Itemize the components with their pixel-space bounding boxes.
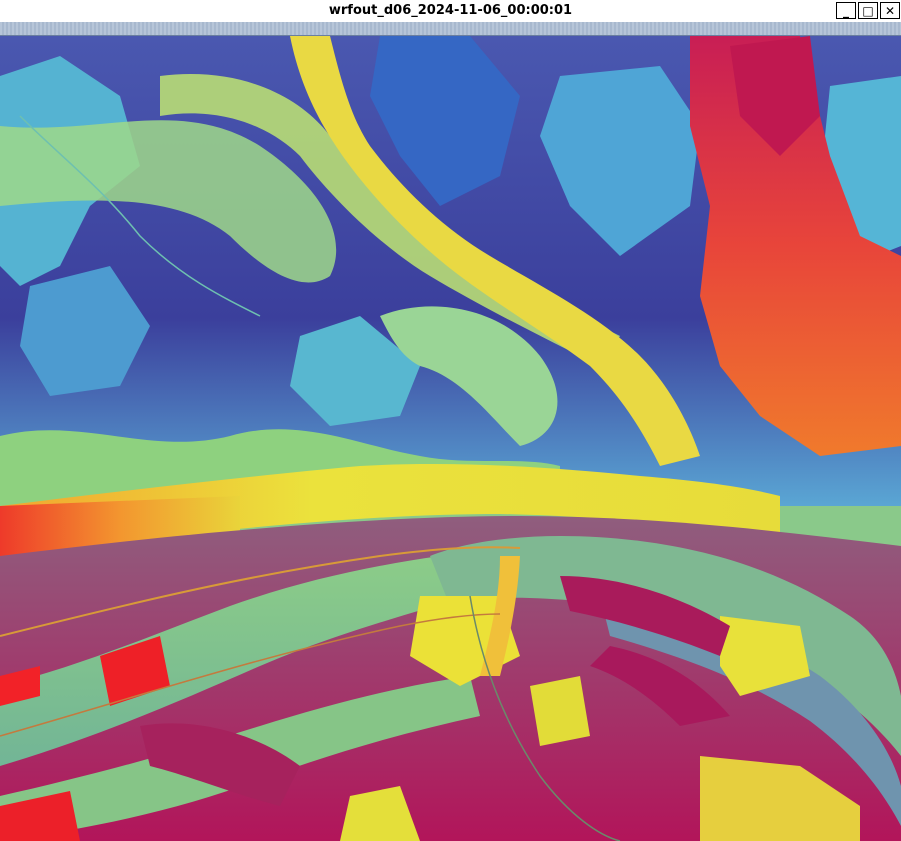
close-button[interactable]: ✕	[880, 2, 900, 19]
app-window: wrfout_d06_2024-11-06_00:00:01 _ □ ✕	[0, 0, 901, 841]
title-bar[interactable]: wrfout_d06_2024-11-06_00:00:01 _ □ ✕	[0, 0, 901, 22]
raster-plot-canvas[interactable]	[0, 36, 901, 841]
window-title: wrfout_d06_2024-11-06_00:00:01	[328, 3, 573, 18]
yellow-patch-3	[530, 676, 590, 746]
maximize-button[interactable]: □	[858, 2, 878, 19]
window-controls: _ □ ✕	[836, 2, 900, 19]
raster-plot-svg	[0, 36, 901, 841]
minimize-button[interactable]: _	[836, 2, 856, 19]
toolbar-strip	[0, 22, 901, 36]
